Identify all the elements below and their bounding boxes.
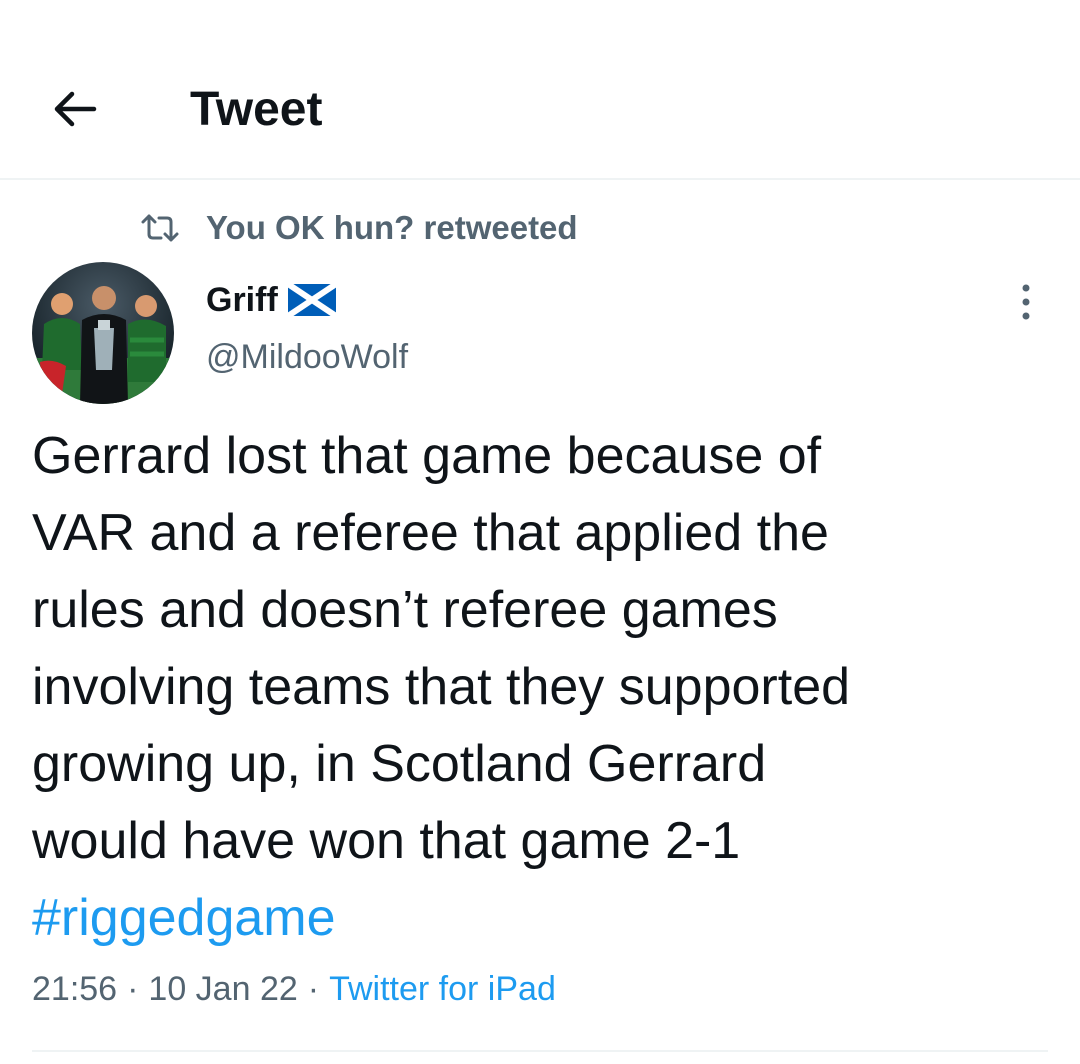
tweet-metadata: 21:56 · 10 Jan 22 · Twitter for iPad [32, 970, 556, 1009]
author-display-name: Griff [206, 280, 278, 319]
tweet-time[interactable]: 21:56 [32, 970, 117, 1009]
top-bar: Tweet [0, 0, 1080, 180]
more-vertical-icon [1022, 284, 1030, 320]
author-name-row[interactable]: Griff [206, 278, 336, 322]
tweet-body: Gerrard lost that game because of VAR an… [32, 427, 851, 870]
author-handle[interactable]: @MildooWolf [206, 338, 408, 377]
arrow-left-icon [54, 91, 97, 127]
retweet-context[interactable]: You OK hun? retweeted [140, 206, 578, 250]
hashtag-link[interactable]: #riggedgame [32, 889, 336, 947]
meta-separator: · [127, 970, 139, 1008]
meta-separator: · [307, 970, 320, 1008]
divider [32, 1050, 1048, 1052]
retweet-context-label: You OK hun? retweeted [206, 209, 578, 246]
tweet-text: Gerrard lost that game because of VAR an… [32, 418, 1052, 957]
back-button[interactable] [46, 80, 104, 138]
page-title: Tweet [190, 83, 323, 136]
tweet-source-link[interactable]: Twitter for iPad [329, 970, 556, 1009]
scotland-flag-icon [287, 284, 336, 316]
more-options-button[interactable] [1008, 280, 1044, 324]
tweet-date[interactable]: 10 Jan 22 [148, 970, 297, 1009]
retweet-icon [140, 208, 180, 248]
avatar[interactable] [32, 262, 174, 404]
